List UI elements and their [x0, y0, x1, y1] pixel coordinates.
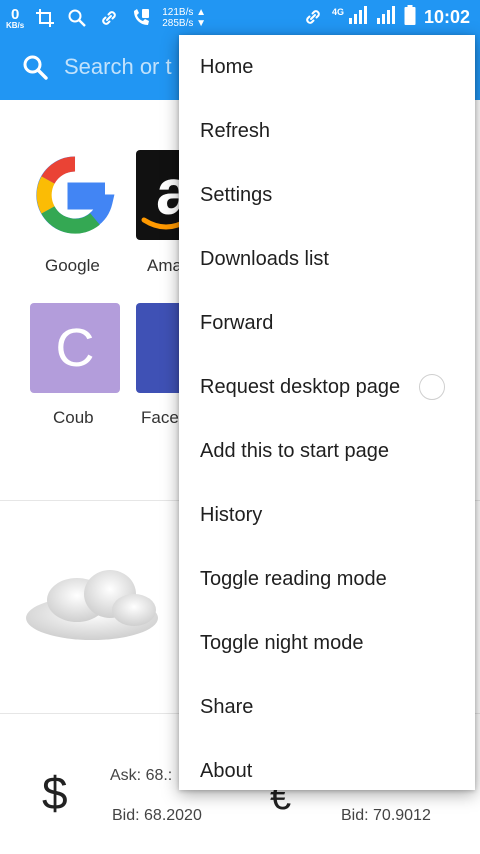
weather-cloud-icon — [22, 560, 162, 650]
menu-item-forward[interactable]: Forward — [179, 291, 475, 355]
status-clock: 10:02 — [423, 6, 470, 27]
speed-dial-google[interactable] — [30, 150, 120, 240]
menu-item-share[interactable]: Share — [179, 675, 475, 739]
eur-bid-rate: Bid: 70.9012 — [341, 807, 431, 824]
overflow-menu: Home Refresh Settings Downloads list For… — [179, 35, 475, 790]
call-icon — [130, 7, 152, 29]
menu-item-label: Request desktop page — [200, 375, 401, 398]
status-left: 0 KB/s 121B/s ▲ 285B/s ▼ — [6, 4, 206, 32]
status-right: 4G 10:02 — [302, 4, 470, 30]
download-speed: 285B/s — [162, 18, 194, 29]
signal-strength-icon-1 — [348, 5, 368, 29]
menu-item-home[interactable]: Home — [179, 35, 475, 99]
download-arrow-icon: ▼ — [196, 18, 207, 29]
net-speed-indicator: 0 KB/s — [6, 7, 24, 30]
menu-item-label: Settings — [200, 183, 273, 206]
coub-letter: C — [55, 318, 95, 378]
menu-item-label: History — [200, 503, 263, 526]
menu-item-label: Home — [200, 55, 254, 78]
menu-item-request-desktop-page[interactable]: Request desktop page — [179, 355, 475, 419]
menu-item-label: Forward — [200, 311, 274, 334]
screenshot-crop-icon — [34, 7, 56, 29]
menu-item-history[interactable]: History — [179, 483, 475, 547]
menu-item-toggle-night-mode[interactable]: Toggle night mode — [179, 611, 475, 675]
menu-item-refresh[interactable]: Refresh — [179, 99, 475, 163]
speed-dial-coub[interactable]: C — [30, 303, 120, 393]
search-input[interactable]: Search or t — [64, 54, 172, 80]
search-icon[interactable] — [22, 54, 48, 80]
battery-icon — [404, 4, 416, 30]
menu-item-settings[interactable]: Settings — [179, 163, 475, 227]
menu-item-label: Add this to start page — [200, 439, 390, 462]
net-speed-value: 0 — [10, 5, 20, 23]
menu-item-toggle-reading-mode[interactable]: Toggle reading mode — [179, 547, 475, 611]
speed-dial-amazon-label: Ama — [147, 256, 182, 275]
speed-dial-coub-label: Coub — [53, 408, 94, 427]
menu-item-label: Toggle reading mode — [200, 567, 387, 590]
data-transfer-rates: 121B/s ▲ 285B/s ▼ — [162, 7, 206, 29]
google-logo-icon — [36, 156, 115, 234]
menu-item-downloads-list[interactable]: Downloads list — [179, 227, 475, 291]
desktop-page-radio[interactable] — [419, 374, 445, 400]
menu-item-label: Share — [200, 695, 254, 718]
usd-bid-rate: Bid: 68.2020 — [112, 807, 202, 824]
signal-strength-icon-2 — [376, 5, 396, 29]
menu-item-label: Toggle night mode — [200, 631, 364, 654]
status-bar: 0 KB/s 121B/s ▲ 285B/s ▼ 4G 10:02 — [0, 0, 480, 34]
upload-speed: 121B/s — [162, 7, 194, 18]
net-speed-unit: KB/s — [6, 20, 25, 30]
network-type-label: 4G — [331, 7, 344, 17]
menu-item-add-to-start-page[interactable]: Add this to start page — [179, 419, 475, 483]
link-icon — [98, 7, 120, 29]
speed-dial-facebook-label: Face — [141, 408, 179, 427]
search-status-icon — [66, 7, 88, 29]
usd-symbol: $ — [42, 767, 68, 819]
upload-arrow-icon: ▲ — [196, 7, 207, 18]
menu-item-label: Downloads list — [200, 247, 329, 270]
menu-item-about[interactable]: About — [179, 739, 475, 790]
speed-dial-google-label: Google — [45, 256, 100, 275]
menu-item-label: Refresh — [200, 119, 271, 142]
menu-item-label: About — [200, 759, 253, 782]
usd-ask-rate: Ask: 68.: — [110, 767, 173, 784]
hotspot-link-icon — [302, 6, 324, 28]
